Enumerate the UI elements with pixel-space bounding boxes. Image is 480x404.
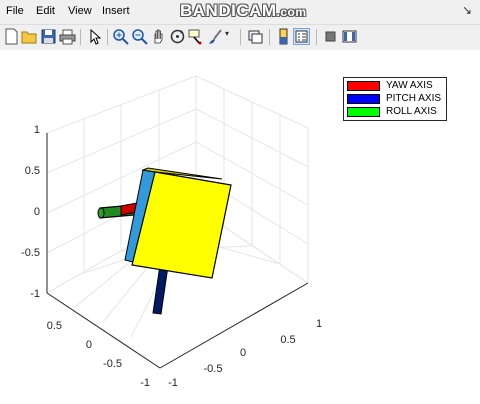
figure-canvas: 1 0.5 0 -0.5 -1 0.5 0 -0.5 -1 -1 -0.5 0 … (0, 50, 480, 404)
show-plot-tools-icon[interactable] (341, 28, 358, 45)
toolbar-separator (269, 29, 270, 45)
open-file-icon[interactable] (21, 28, 38, 45)
bandicam-watermark: BANDICAM.com (180, 1, 307, 21)
menu-view[interactable]: View (68, 5, 92, 17)
legend-label: ROLL AXIS (386, 106, 437, 117)
x-tick-label: 1 (316, 318, 322, 330)
legend-entry-yaw: YAW AXIS (347, 80, 445, 92)
z-tick-label: 0 (34, 206, 40, 218)
figure-toolbar: ▾ (0, 24, 480, 51)
z-tick-label: -1 (30, 288, 40, 300)
brush-icon[interactable] (207, 28, 224, 45)
legend-label: YAW AXIS (386, 80, 433, 91)
legend-swatch (347, 94, 380, 104)
watermark-brand: BANDICAM (180, 1, 277, 20)
x-tick-label: 0.5 (280, 334, 295, 346)
toolbar-separator (107, 29, 108, 45)
legend-label: PITCH AXIS (386, 93, 442, 104)
y-tick-label: 0.5 (47, 320, 62, 332)
print-icon[interactable] (59, 28, 76, 45)
legend-icon[interactable] (293, 28, 310, 45)
zoom-out-icon[interactable] (131, 28, 148, 45)
legend-swatch (347, 81, 380, 91)
x-tick-label: -0.5 (204, 363, 223, 375)
z-tick-label: 1 (34, 124, 40, 136)
menu-edit[interactable]: Edit (36, 5, 55, 17)
x-tick-label: 0 (240, 347, 246, 359)
legend-swatch (347, 107, 380, 117)
pan-hand-icon[interactable] (150, 28, 167, 45)
watermark-tail: .com (276, 5, 307, 19)
y-tick-label: -0.5 (103, 358, 122, 370)
toolbar-separator (240, 29, 241, 45)
toolbar-separator (316, 29, 317, 45)
y-tick-label: -1 (140, 377, 150, 389)
colorbar-icon[interactable] (275, 28, 292, 45)
rotate-3d-icon[interactable] (169, 28, 186, 45)
roll-axis-bar-end (97, 207, 105, 219)
brush-dropdown-icon[interactable]: ▾ (225, 29, 233, 46)
dock-arrow-icon[interactable]: ↘ (462, 3, 472, 17)
edit-plot-arrow-icon[interactable] (86, 28, 103, 45)
menu-file[interactable]: File (6, 5, 24, 17)
y-tick-label: 0 (86, 339, 92, 351)
data-cursor-icon[interactable] (188, 28, 205, 45)
z-tick-label: 0.5 (25, 165, 40, 177)
menu-bar: File Edit View Insert BANDICAM.com ↘ (0, 0, 480, 24)
x-axis-ticks: -1 -0.5 0 0.5 1 (168, 318, 322, 389)
link-plot-icon[interactable] (247, 28, 264, 45)
save-icon[interactable] (40, 28, 57, 45)
menu-insert[interactable]: Insert (102, 5, 130, 17)
toolbar-separator (80, 29, 81, 45)
z-tick-label: -0.5 (21, 247, 40, 259)
zoom-in-icon[interactable] (112, 28, 129, 45)
x-tick-label: -1 (168, 377, 178, 389)
hide-plot-tools-icon[interactable] (322, 28, 339, 45)
legend-box[interactable]: YAW AXIS PITCH AXIS ROLL AXIS (343, 77, 447, 121)
z-axis-ticks: 1 0.5 0 -0.5 -1 (21, 124, 40, 300)
new-figure-icon[interactable] (3, 28, 20, 45)
legend-entry-pitch: PITCH AXIS (347, 93, 445, 105)
legend-entry-roll: ROLL AXIS (347, 106, 445, 118)
